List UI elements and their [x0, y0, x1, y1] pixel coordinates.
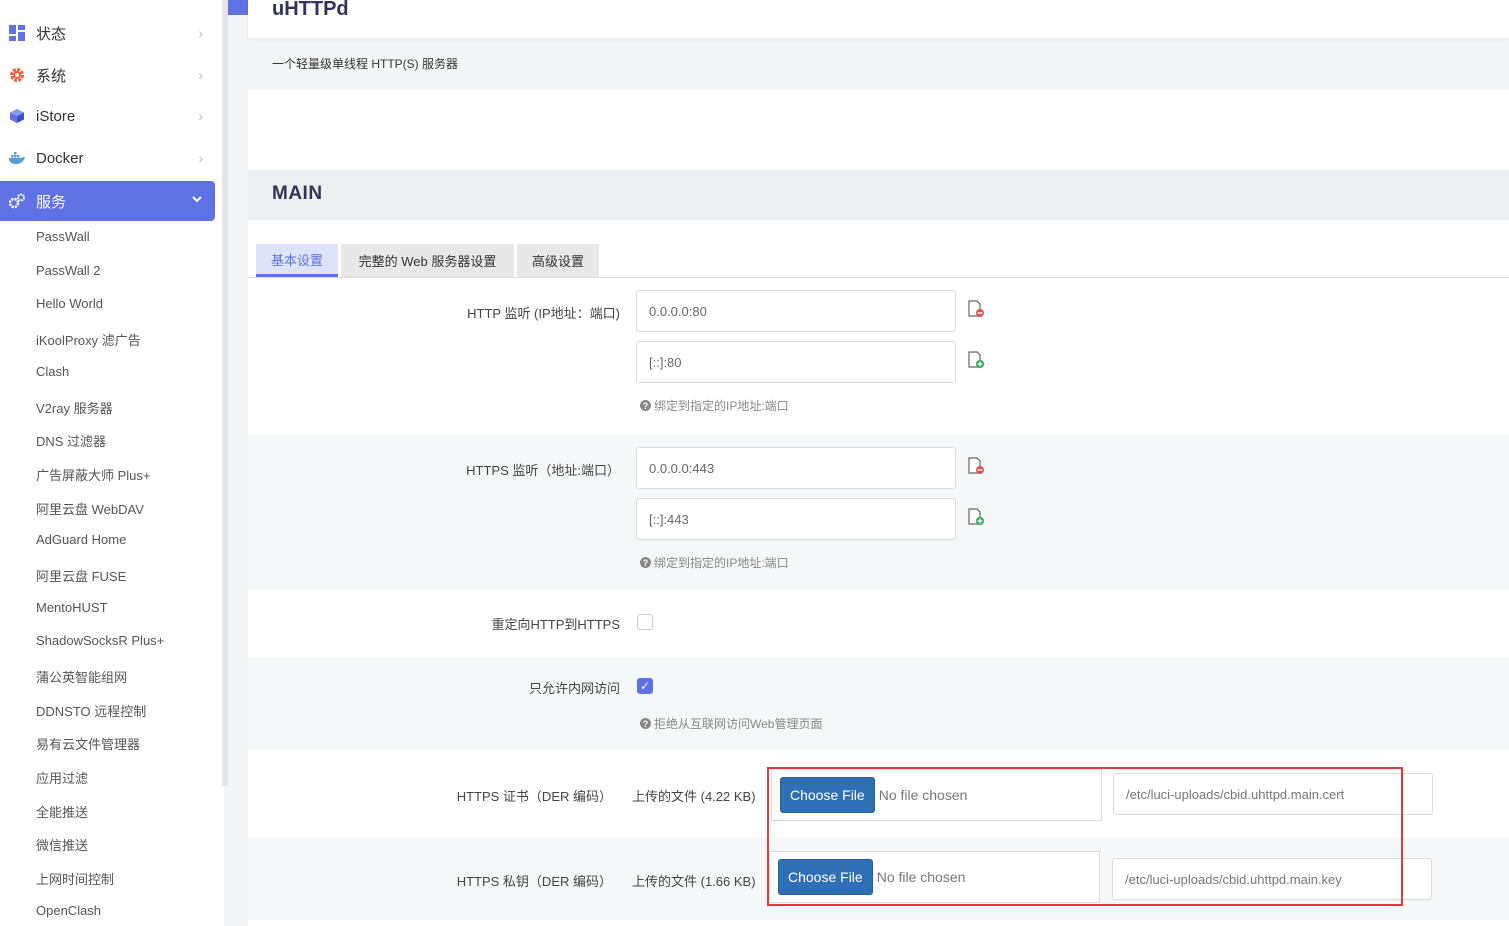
sidebar-subitem[interactable]: 全能推送 [36, 802, 88, 821]
chevron-right-icon: › [198, 25, 203, 41]
accent-bar [228, 0, 248, 15]
sidebar-subitem[interactable]: Hello World [36, 296, 103, 311]
sidebar-subitem[interactable]: V2ray 服务器 [36, 398, 113, 417]
sidebar-subitem[interactable]: PassWall [36, 229, 90, 244]
sidebar-item-docker[interactable]: Docker › [0, 138, 215, 178]
highlight-box [767, 767, 1403, 906]
section-header [248, 170, 1509, 220]
https-listen-input-ipv4[interactable]: 0.0.0.0:443 [636, 447, 956, 489]
cert-uploaded-info: 上传的文件 (4.22 KB) [632, 789, 756, 804]
page-title: uHTTPd [272, 0, 349, 20]
sidebar-subitem[interactable]: DDNSTO 远程控制 [36, 701, 146, 720]
docker-icon [8, 149, 26, 167]
cogs-icon [8, 192, 26, 210]
https-listen-hint: ? 绑定到指定的IP地址:端口 [640, 554, 789, 571]
https-listen-label: HTTPS 监听（地址:端口） [466, 463, 620, 478]
tab-full-web-server-settings[interactable]: 完整的 Web 服务器设置 [341, 244, 514, 277]
sidebar-item-system[interactable]: 系统 › [0, 55, 215, 95]
sidebar-subitem[interactable]: AdGuard Home [36, 532, 126, 547]
page-description: 一个轻量级单线程 HTTP(S) 服务器 [272, 57, 458, 71]
http-listen-input-ipv6[interactable]: [::]:80 [636, 341, 956, 383]
sidebar: 状态 › 系统 › iStore › Docker › 服务 PassWall … [0, 0, 224, 926]
sidebar-subitem[interactable]: 应用过滤 [36, 768, 88, 787]
sidebar-subitem[interactable]: 上网时间控制 [36, 869, 114, 888]
gear-icon [8, 66, 26, 84]
help-icon: ? [640, 718, 651, 729]
sidebar-item-label: Docker [36, 149, 84, 167]
chevron-down-icon [191, 192, 203, 208]
sidebar-subitem[interactable]: 微信推送 [36, 835, 88, 854]
sidebar-subitem[interactable]: 易有云文件管理器 [36, 734, 140, 753]
add-entry-icon[interactable] [968, 508, 984, 526]
sidebar-subitem[interactable]: iKoolProxy 滤广告 [36, 330, 141, 349]
sidebar-subitem[interactable]: 蒲公英智能组网 [36, 667, 127, 686]
redirect-https-checkbox[interactable] [637, 614, 653, 630]
sidebar-item-label: 系统 [36, 67, 67, 85]
sidebar-subitem[interactable]: ShadowSocksR Plus+ [36, 633, 164, 648]
help-icon: ? [640, 400, 651, 411]
remove-entry-icon[interactable] [968, 457, 984, 475]
row-lan-only-bg [248, 657, 1509, 750]
chevron-right-icon: › [198, 150, 203, 166]
sidebar-subitem[interactable]: 阿里云盘 FUSE [36, 566, 126, 585]
tab-divider [248, 277, 1509, 278]
chevron-right-icon: › [198, 67, 203, 83]
sidebar-subitem[interactable]: 阿里云盘 WebDAV [36, 499, 144, 518]
sidebar-subitem[interactable]: OpenClash [36, 903, 101, 918]
http-listen-label: HTTP 监听 (IP地址：端口) [467, 306, 620, 321]
remove-entry-icon[interactable] [968, 300, 984, 318]
chevron-right-icon: › [198, 108, 203, 124]
redirect-https-label: 重定向HTTP到HTTPS [491, 617, 620, 632]
sidebar-scrollbar[interactable] [222, 0, 228, 786]
tab-basic-settings[interactable]: 基本设置 [256, 244, 338, 277]
sidebar-item-label: 服务 [36, 193, 67, 211]
key-label: HTTPS 私钥（DER 编码） [456, 874, 612, 889]
http-listen-hint: ? 绑定到指定的IP地址:端口 [640, 397, 789, 414]
tab-advanced-settings[interactable]: 高级设置 [517, 244, 599, 277]
http-listen-input-ipv4[interactable]: 0.0.0.0:80 [636, 290, 956, 332]
lan-only-checkbox[interactable]: ✓ [637, 678, 653, 694]
cube-icon [8, 107, 26, 125]
sidebar-subitem[interactable]: 广告屏蔽大师 Plus+ [36, 465, 151, 484]
sidebar-item-istore[interactable]: iStore › [0, 96, 215, 136]
cert-label: HTTPS 证书（DER 编码） [456, 789, 612, 804]
sidebar-subitem[interactable]: Clash [36, 364, 69, 379]
lan-only-label: 只允许内网访问 [528, 681, 620, 696]
add-entry-icon[interactable] [968, 351, 984, 369]
dashboard-icon [8, 24, 26, 42]
section-title: MAIN [272, 183, 323, 204]
sidebar-subitem[interactable]: DNS 过滤器 [36, 431, 106, 450]
sidebar-item-label: iStore [36, 107, 76, 125]
sidebar-item-services[interactable]: 服务 [0, 181, 215, 221]
sidebar-subitem[interactable]: MentoHUST [36, 600, 108, 615]
sidebar-subitem[interactable]: PassWall 2 [36, 263, 101, 278]
key-uploaded-info: 上传的文件 (1.66 KB) [632, 874, 756, 889]
lan-only-hint: ? 拒绝从互联网访问Web管理页面 [640, 715, 822, 732]
sidebar-item-status[interactable]: 状态 › [0, 13, 215, 53]
https-listen-input-ipv6[interactable]: [::]:443 [636, 498, 956, 540]
header-bar [248, 0, 1509, 38]
sidebar-item-label: 状态 [36, 25, 67, 43]
help-icon: ? [640, 557, 651, 568]
